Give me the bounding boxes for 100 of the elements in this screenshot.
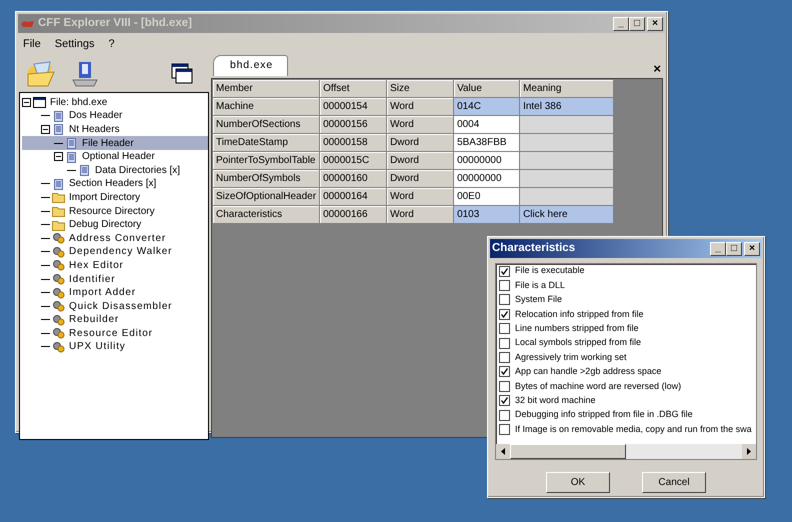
checkbox[interactable] [499, 294, 510, 306]
table-cell: Click here [520, 205, 614, 223]
tree-item[interactable]: Rebuilder [67, 312, 122, 328]
document-icon [52, 110, 65, 122]
tree-item[interactable]: Hex Editor [67, 258, 126, 273]
gears-icon [52, 232, 65, 244]
table-cell: 00000154 [320, 97, 387, 115]
value-field[interactable]: 00000000 [454, 169, 520, 187]
table-cell: Word [386, 205, 454, 223]
tree-item[interactable]: Quick Disassembler [67, 298, 174, 314]
checkbox-label[interactable]: System File [515, 293, 562, 307]
scroll-left-button[interactable] [496, 444, 510, 459]
checkbox-label[interactable]: Local symbols stripped from file [515, 336, 642, 350]
cancel-button[interactable]: Cancel [642, 472, 706, 493]
table-cell: Word [386, 187, 454, 205]
tree-item[interactable]: Import Directory [67, 190, 142, 205]
window-title: Characteristics [492, 240, 576, 256]
menu-item[interactable]: File [22, 36, 42, 52]
folder-icon [52, 191, 65, 204]
table-cell: 00000158 [320, 133, 387, 151]
menu-item[interactable]: ? [107, 36, 116, 52]
close-button[interactable]: × [744, 242, 760, 256]
tree-item[interactable]: Section Headers [x] [67, 176, 158, 192]
checkbox[interactable] [499, 323, 510, 334]
scrollbar-thumb[interactable] [510, 444, 626, 459]
document-icon [52, 123, 65, 136]
tree-item[interactable]: Address Converter [67, 230, 168, 246]
gears-icon [52, 327, 65, 340]
value-field[interactable]: 00E0 [454, 187, 520, 205]
table-cell: 00000166 [320, 205, 387, 223]
checkbox[interactable] [499, 352, 510, 364]
tree-item[interactable]: Identifier [67, 272, 118, 287]
tree-item[interactable]: Nt Headers [67, 122, 122, 137]
table-cell: Word [386, 115, 454, 133]
minimize-button[interactable]: _ [710, 242, 726, 256]
gears-icon [52, 340, 65, 353]
collapse-icon[interactable] [22, 98, 31, 107]
document-icon [78, 164, 91, 176]
document-icon [52, 178, 65, 190]
checkbox-label[interactable]: File is a DLL [515, 278, 566, 292]
tree-item[interactable]: Dos Header [67, 108, 124, 124]
collapse-icon[interactable] [41, 124, 50, 134]
table-cell: SizeOfOptionalHeader [212, 187, 320, 205]
value-field[interactable]: 00000000 [454, 151, 520, 169]
checkbox[interactable] [499, 280, 510, 292]
gears-icon [52, 286, 65, 299]
gears-icon [52, 259, 65, 272]
tree-item[interactable]: Debug Directory [67, 217, 144, 232]
tree-item[interactable]: File Header [80, 136, 136, 151]
checkbox[interactable] [499, 366, 510, 378]
column-header[interactable]: Offset [320, 79, 387, 97]
table-cell: Characteristics [212, 205, 320, 223]
column-header[interactable]: Size [386, 79, 454, 97]
checkbox-label[interactable]: File is executable [515, 264, 585, 278]
collapse-icon[interactable] [54, 152, 63, 162]
maximize-button[interactable]: □ [726, 242, 742, 256]
table-cell: PointerToSymbolTable [212, 151, 320, 169]
checkbox-label[interactable]: Agressively trim working set [515, 350, 627, 364]
table-cell: 00000164 [320, 187, 387, 205]
table-cell: Machine [212, 97, 320, 115]
close-button[interactable]: × [653, 62, 661, 76]
checkbox-label[interactable]: 32 bit word machine [515, 394, 596, 408]
gears-icon [52, 246, 65, 258]
checkbox-label[interactable]: Relocation info stripped from file [515, 308, 644, 322]
tree-item[interactable]: Import Adder [67, 285, 138, 300]
tree-item[interactable]: Resource Editor [67, 326, 155, 341]
checkbox[interactable] [499, 395, 510, 406]
checkbox-label[interactable]: Debugging info stripped from file in .DBG file [515, 408, 693, 422]
horizontal-scrollbar[interactable] [496, 444, 756, 459]
checkbox-label[interactable]: App can handle >2gb address space [515, 365, 662, 379]
checkbox[interactable] [499, 308, 510, 320]
value-field[interactable]: 014C [454, 97, 520, 115]
checkbox-label[interactable]: Bytes of machine word are reversed (low) [515, 380, 682, 394]
tree-item[interactable]: Data Directories [x] [93, 162, 182, 178]
checkbox[interactable] [499, 338, 510, 349]
tree-item[interactable]: Dependency Walker [67, 244, 174, 260]
tree-item[interactable]: Optional Header [80, 149, 157, 164]
checkbox[interactable] [499, 266, 510, 277]
scroll-right-button[interactable] [742, 444, 756, 459]
drive-icon[interactable] [70, 60, 100, 88]
value-field[interactable]: 0004 [454, 115, 520, 133]
value-field[interactable]: 5BA38FBB [454, 133, 520, 151]
checkbox-label[interactable]: If Image is on removable media, copy and run from the swa [515, 422, 752, 436]
gears-icon [52, 314, 65, 326]
checkbox[interactable] [499, 410, 510, 421]
tree-item[interactable]: Resource Directory [67, 204, 157, 219]
column-header[interactable]: Member [212, 79, 320, 97]
file-tab[interactable]: bhd.exe [213, 54, 288, 76]
value-field[interactable]: 0103 [454, 205, 520, 223]
menu-item[interactable]: Settings [54, 36, 96, 52]
ok-button[interactable]: OK [546, 472, 610, 493]
checkbox[interactable] [499, 424, 510, 435]
tree-item[interactable]: File: bhd.exe [48, 94, 110, 110]
checkbox-label[interactable]: Line numbers stripped from file [515, 322, 639, 336]
column-header[interactable]: Meaning [520, 79, 614, 97]
table-cell: Dword [386, 151, 454, 169]
tree-item[interactable]: UPX Utility [67, 339, 128, 354]
table-cell: Word [386, 97, 454, 115]
checkbox[interactable] [499, 380, 510, 392]
column-header[interactable]: Value [454, 79, 520, 97]
